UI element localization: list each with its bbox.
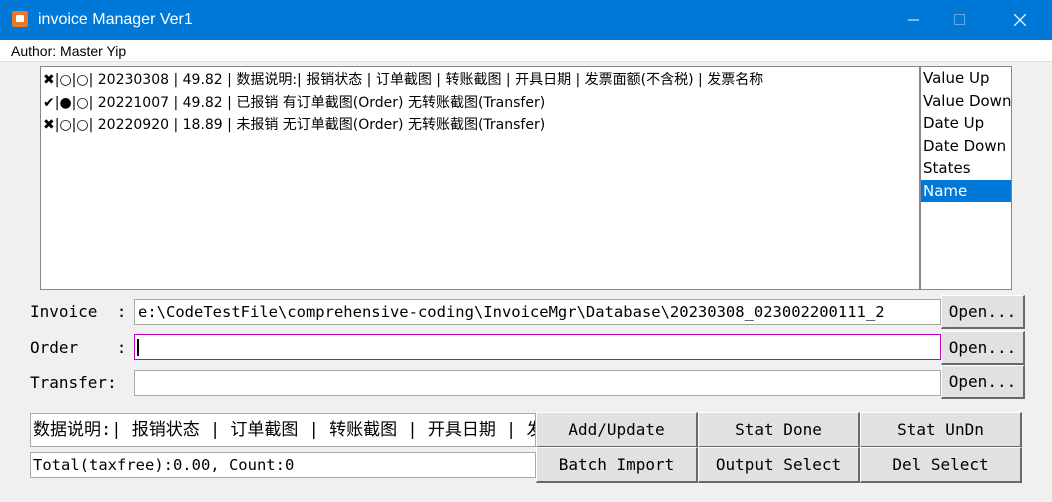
title-bar: invoice Manager Ver1 <box>0 0 1052 40</box>
menu-bar: Author: Master Yip <box>0 40 1052 62</box>
open-transfer-button[interactable]: Open... <box>941 365 1025 399</box>
invoice-list-row[interactable]: ✖|○|○| 20230308 | 49.82 | 数据说明:| 报销状态 | … <box>43 69 919 92</box>
open-order-button[interactable]: Open... <box>941 331 1025 365</box>
sort-list[interactable]: Value Up Value Down Date Up Date Down St… <box>920 66 1012 290</box>
invoice-path-label: Invoice : <box>30 302 127 321</box>
minimize-button[interactable] <box>891 0 937 40</box>
stat-done-button[interactable]: Stat Done <box>698 412 860 448</box>
order-path-input[interactable] <box>134 334 941 360</box>
invoice-path-input[interactable]: e:\CodeTestFile\comprehensive-coding\Inv… <box>134 299 941 325</box>
minimize-icon <box>908 19 919 21</box>
output-select-button[interactable]: Output Select <box>698 447 860 483</box>
text-caret <box>137 339 139 356</box>
add-update-button[interactable]: Add/Update <box>536 412 698 448</box>
del-select-button[interactable]: Del Select <box>860 447 1022 483</box>
invoice-list-row[interactable]: ✖|○|○| 20220920 | 18.89 | 未报销 无订单截图(Orde… <box>43 114 919 137</box>
stat-undone-button[interactable]: Stat UnDn <box>860 412 1022 448</box>
sort-item-date-up[interactable]: Date Up <box>921 112 1011 135</box>
sort-item-value-down[interactable]: Value Down <box>921 90 1011 113</box>
window-title: invoice Manager Ver1 <box>38 11 193 28</box>
open-invoice-button[interactable]: Open... <box>941 295 1025 329</box>
sort-item-date-down[interactable]: Date Down <box>921 135 1011 158</box>
sort-item-name[interactable]: Name <box>921 179 1011 202</box>
sort-item-value-up[interactable]: Value Up <box>921 67 1011 90</box>
menu-author[interactable]: Author: Master Yip <box>11 42 126 60</box>
maximize-icon <box>954 14 965 25</box>
total-field[interactable]: Total(taxfree):0.00, Count:0 <box>30 452 536 478</box>
maximize-button <box>937 0 983 40</box>
invoice-list[interactable]: ✖|○|○| 20230308 | 49.82 | 数据说明:| 报销状态 | … <box>40 66 920 290</box>
transfer-path-label: Transfer: <box>30 373 117 392</box>
close-icon <box>1014 14 1026 26</box>
batch-import-button[interactable]: Batch Import <box>536 447 698 483</box>
description-field[interactable]: 数据说明:| 报销状态 | 订单截图 | 转账截图 | 开具日期 | 发票面额(… <box>30 413 536 447</box>
close-button[interactable] <box>997 0 1043 40</box>
order-path-label: Order : <box>30 338 127 357</box>
transfer-path-input[interactable] <box>134 370 941 396</box>
app-icon <box>12 11 28 27</box>
sort-item-states[interactable]: States <box>921 157 1011 180</box>
invoice-list-row[interactable]: ✔|●|○| 20221007 | 49.82 | 已报销 有订单截图(Orde… <box>43 92 919 115</box>
